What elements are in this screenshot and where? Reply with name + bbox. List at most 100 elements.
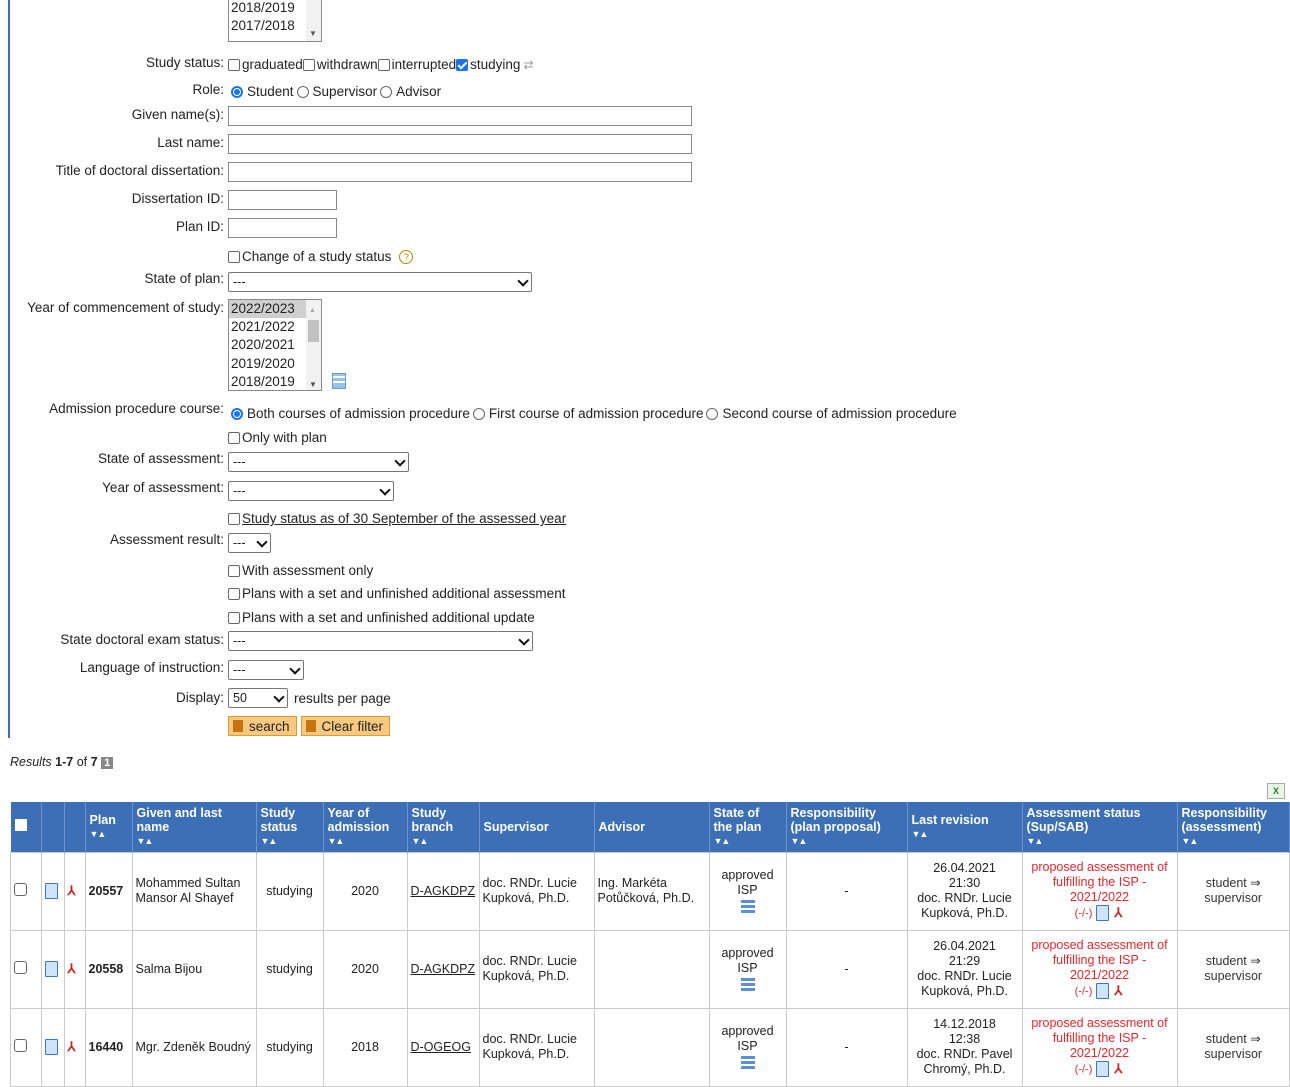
pdf-icon[interactable]: ⅄: [1112, 984, 1124, 998]
swap-icon[interactable]: ⇄: [523, 58, 533, 72]
year-commencement-list[interactable]: 2022/2023 2021/2022 2020/2021 2019/2020 …: [228, 299, 322, 391]
given-names-input[interactable]: [228, 106, 692, 126]
col-resp-plan[interactable]: Responsibility (plan proposal) ▼▲: [786, 802, 908, 852]
document-icon[interactable]: [1095, 1061, 1109, 1078]
col-status[interactable]: Study status ▼▲: [256, 802, 324, 852]
assessment-marks[interactable]: (-/-): [1075, 1064, 1093, 1076]
pdf-icon[interactable]: ⅄: [68, 1040, 80, 1054]
results-prefix: Results: [10, 755, 52, 769]
col-plan[interactable]: Plan ▼▲: [85, 802, 133, 852]
language-select[interactable]: ---: [228, 660, 304, 680]
state-assessment-select[interactable]: ---: [228, 452, 409, 472]
col-revision[interactable]: Last revision ▼▲: [907, 802, 1023, 852]
help-icon[interactable]: ?: [399, 249, 414, 264]
assessment-marks[interactable]: (-/-): [1075, 986, 1093, 998]
state-exam-select[interactable]: ---: [228, 631, 533, 651]
status-as-of-label[interactable]: Study status as of 30 September of the a…: [242, 511, 566, 526]
revision-time: 12:38: [948, 1032, 981, 1046]
study-branch-link[interactable]: D-AGKDPZ: [411, 962, 476, 976]
document-icon[interactable]: [44, 961, 58, 977]
year-list-top[interactable]: 2018/2019 2017/2018 ▼: [228, 0, 322, 42]
col-state[interactable]: State of the plan ▼▲: [709, 802, 787, 852]
status-as-of-row: Study status as of 30 September of the a…: [228, 511, 566, 526]
admission-group: Both courses of admission procedure Firs…: [228, 406, 957, 421]
col-resp-assessment[interactable]: Responsibility (assessment) ▼▲: [1177, 802, 1290, 852]
study-branch-link[interactable]: D-OGEOG: [411, 1040, 471, 1054]
interrupted-label: interrupted: [391, 57, 457, 72]
stack-icon[interactable]: [740, 900, 755, 914]
document-icon[interactable]: [1095, 983, 1109, 1000]
state-of-plan-select[interactable]: ---: [228, 272, 532, 292]
excel-export-icon[interactable]: X: [1267, 783, 1285, 799]
graduated-checkbox[interactable]: [228, 58, 240, 71]
title-input[interactable]: [228, 162, 692, 182]
last-name-input[interactable]: [228, 134, 692, 154]
given-names-label: Given name(s):: [131, 107, 224, 122]
studying-checkbox[interactable]: [456, 58, 469, 71]
additional-assessment-checkbox[interactable]: [228, 587, 240, 600]
col-name[interactable]: Given and last name ▼▲: [132, 802, 257, 852]
assessment-marks[interactable]: (-/-): [1075, 908, 1093, 920]
revision-date: 26.04.2021: [933, 861, 996, 875]
study-status-label: Study status:: [145, 55, 224, 70]
pdf-icon[interactable]: ⅄: [1112, 1062, 1124, 1076]
language-value: ---: [233, 663, 246, 677]
study-status: studying: [255, 851, 324, 931]
admission-second-label: Second course of admission procedure: [722, 406, 957, 421]
change-status-checkbox[interactable]: [228, 250, 240, 263]
row-checkbox[interactable]: [14, 961, 27, 974]
assessment-result-select[interactable]: ---: [228, 533, 271, 553]
year-assessment-select[interactable]: ---: [228, 481, 394, 501]
admission-year: 2018: [322, 1007, 408, 1087]
only-with-plan-checkbox[interactable]: [228, 431, 240, 444]
admission-second-radio[interactable]: [706, 407, 719, 420]
additional-assessment-row: Plans with a set and unfinished addition…: [228, 586, 565, 601]
study-branch-link[interactable]: D-AGKDPZ: [411, 884, 476, 898]
interrupted-checkbox[interactable]: [377, 58, 390, 71]
document-icon[interactable]: [44, 883, 58, 899]
role-advisor-radio[interactable]: [380, 85, 393, 98]
clear-filter-button[interactable]: Clear filter: [300, 716, 391, 736]
document-icon[interactable]: [44, 1039, 58, 1055]
table-row: ⅄ 20558 Salma Bijou studying 2020 D-AGKDPZ doc…: [10, 929, 1290, 1009]
col-year[interactable]: Year of admission ▼▲: [323, 802, 408, 852]
responsibility-plan: -: [785, 1007, 908, 1087]
plan-id: 16440: [84, 1007, 133, 1087]
pdf-icon[interactable]: ⅄: [1112, 906, 1124, 920]
stack-icon[interactable]: [740, 978, 755, 992]
display-select[interactable]: 50: [228, 688, 288, 708]
student-name: Mgr. Zdeněk Boudný: [131, 1007, 257, 1087]
results-summary: Results 1-7 of 7 1: [10, 755, 114, 769]
col-advisor: Advisor: [594, 802, 710, 852]
role-supervisor-label: Supervisor: [312, 84, 378, 99]
admission-first-radio[interactable]: [472, 407, 485, 420]
search-button[interactable]: search: [228, 716, 297, 736]
admission-both-radio[interactable]: [231, 407, 243, 420]
with-assessment-checkbox[interactable]: [228, 564, 240, 577]
with-assessment-label: With assessment only: [242, 563, 374, 578]
graduated-label: graduated: [242, 57, 303, 72]
additional-update-checkbox[interactable]: [228, 611, 240, 624]
withdrawn-checkbox[interactable]: [302, 58, 315, 71]
dissertation-id-label: Dissertation ID:: [131, 191, 224, 206]
row-checkbox[interactable]: [14, 1039, 27, 1052]
dissertation-id-input[interactable]: [228, 190, 337, 210]
col-branch[interactable]: Study branch ▼▲: [407, 802, 480, 852]
stack-icon[interactable]: [740, 1056, 755, 1070]
pdf-icon[interactable]: ⅄: [68, 884, 80, 898]
role-student-radio[interactable]: [231, 85, 243, 98]
display-value: 50: [233, 691, 247, 705]
status-as-of-checkbox[interactable]: [228, 512, 240, 525]
plan-id-input[interactable]: [228, 218, 337, 238]
search-icon: [233, 720, 243, 732]
search-button-label: search: [249, 718, 290, 734]
row-checkbox[interactable]: [14, 883, 27, 896]
role-supervisor-radio[interactable]: [296, 85, 309, 98]
copy-icon[interactable]: [332, 373, 346, 389]
revision-date: 14.12.2018: [933, 1017, 996, 1031]
pdf-icon[interactable]: ⅄: [68, 962, 80, 976]
col-assessment[interactable]: Assessment status (Sup/SAB) ▼▲: [1022, 802, 1178, 852]
document-icon[interactable]: [1095, 905, 1109, 922]
results-page-button[interactable]: 1: [101, 757, 114, 769]
select-all-checkbox[interactable]: [10, 802, 42, 852]
